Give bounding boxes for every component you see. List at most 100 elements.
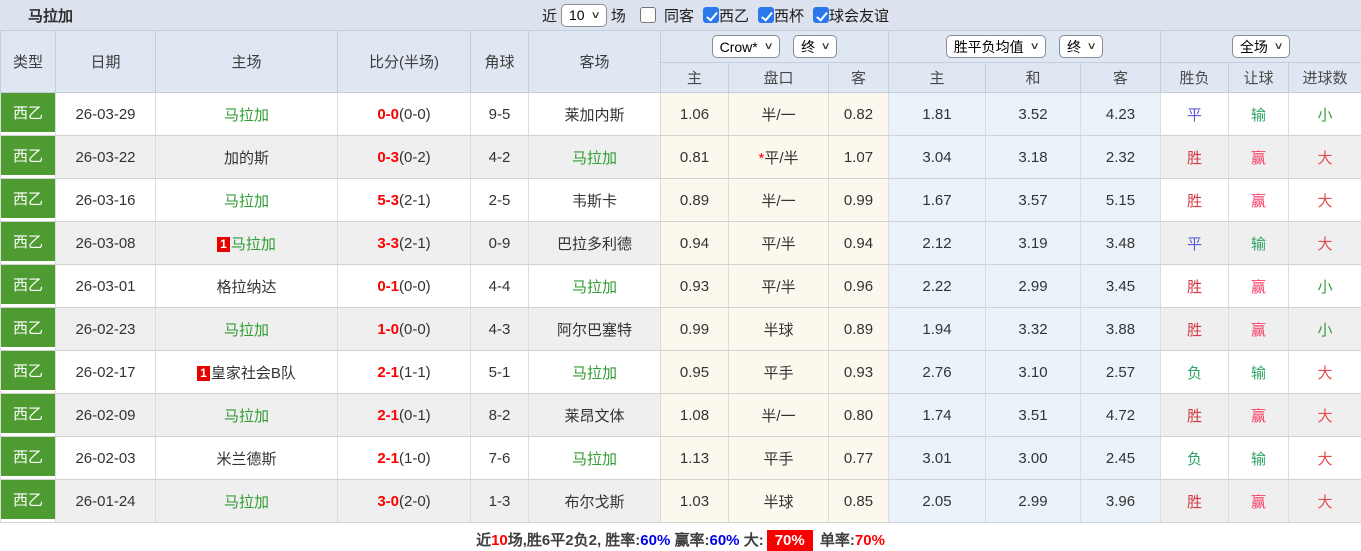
away-team-cell: 马拉加 (528, 350, 661, 394)
handicap-result-value: 赢 (1251, 192, 1267, 210)
checkbox[interactable] (812, 7, 829, 23)
sub-header-result: 胜负 (1160, 62, 1230, 93)
goals-value: 大 (1317, 450, 1333, 468)
handicap-result-cell: 输 (1228, 350, 1290, 394)
goals-cell: 大 (1288, 393, 1361, 437)
fulltime-score: 0-0 (377, 105, 399, 123)
avg-draw-cell: 3.51 (985, 393, 1082, 437)
result-cell: 胜 (1160, 264, 1230, 308)
summary-segment: 70% (854, 532, 885, 549)
home-team-cell: 1 皇家社会B队 (155, 350, 338, 394)
chevron-down-icon: ∨ (1086, 41, 1097, 52)
score-cell: 3-0(2-0) (337, 479, 471, 523)
goals-cell: 小 (1288, 264, 1361, 308)
home-team-cell: 马拉加 (155, 393, 338, 437)
checkbox[interactable] (757, 7, 774, 23)
home-team-name: 马拉加 (223, 493, 269, 511)
history-tbody: 西乙 26-03-29 马拉加 0-0(0-0) 9-5 莱加内斯 1.06 半… (0, 92, 1361, 523)
fulltime-score: 2-1 (377, 363, 399, 381)
corner-cell: 4-4 (470, 264, 529, 308)
handicap-text: 半/一 (761, 407, 796, 425)
handicap-result-cell: 赢 (1228, 178, 1290, 222)
score-cell: 1-0(0-0) (337, 307, 471, 351)
goals-cell: 大 (1288, 479, 1361, 523)
rank-badge: 1 (197, 365, 210, 381)
goals-value: 大 (1317, 364, 1333, 382)
handicap-cell: 半/一 (728, 178, 829, 222)
corner-cell: 8-2 (470, 393, 529, 437)
avg-home-cell: 2.12 (888, 221, 987, 265)
result-cell: 平 (1160, 221, 1230, 265)
match-date: 26-02-03 (55, 436, 156, 480)
away-team-name: 布尔戈斯 (564, 493, 625, 511)
match-row: 西乙 26-01-24 马拉加 3-0(2-0) 1-3 布尔戈斯 1.03 半… (0, 479, 1361, 523)
odds-away-cell: 0.85 (827, 479, 890, 523)
away-team-cell: 巴拉多利德 (528, 221, 661, 265)
history-table: 类型 日期 主场 比分(半场) 角球 客场 Crow* ∨ 终 ∨ 胜平负均值 … (0, 30, 1361, 523)
avg-type-select[interactable]: 胜平负均值 ∨ (945, 35, 1047, 58)
halftime-score: (2-1) (399, 191, 431, 209)
avg-away-cell: 4.72 (1080, 393, 1162, 437)
goals-value: 小 (1317, 321, 1333, 339)
score-cell: 0-3(0-2) (337, 135, 471, 179)
fulltime-score: 3-3 (377, 234, 399, 252)
odds-company-select[interactable]: Crow* ∨ (711, 35, 781, 58)
sub-header-handicap-result: 让球 (1228, 62, 1290, 93)
halftime-score: (0-0) (399, 277, 431, 295)
avg-home-cell: 1.94 (888, 307, 987, 351)
score-cell: 0-0(0-0) (337, 92, 471, 136)
match-date: 26-03-22 (55, 135, 156, 179)
odds-away-cell: 0.82 (827, 92, 890, 136)
checkbox[interactable] (639, 7, 656, 23)
odds-away-cell: 1.07 (827, 135, 890, 179)
result-cell: 胜 (1160, 307, 1230, 351)
avg-time-select[interactable]: 终 ∨ (1059, 35, 1104, 58)
match-date: 26-03-01 (55, 264, 156, 308)
header-select-row: 类型 日期 主场 比分(半场) 角球 客场 Crow* ∨ 终 ∨ 胜平负均值 … (0, 30, 1361, 93)
handicap-text: 平/半 (761, 235, 796, 253)
home-team-cell: 马拉加 (155, 178, 338, 222)
checkbox[interactable] (702, 7, 719, 23)
match-date: 26-01-24 (55, 479, 156, 523)
away-team-name: 马拉加 (571, 278, 617, 296)
col-header-score: 比分(半场) (337, 30, 471, 93)
handicap-cell: *平/半 (728, 135, 829, 179)
handicap-result-value: 输 (1251, 235, 1267, 253)
result-cell: 负 (1160, 350, 1230, 394)
home-team-name: 米兰德斯 (216, 450, 277, 468)
league-badge: 西乙 (1, 480, 55, 519)
odds-home-cell: 0.89 (660, 178, 729, 222)
avg-draw-cell: 3.57 (985, 178, 1082, 222)
corner-cell: 1-3 (470, 479, 529, 523)
odds-away-cell: 0.89 (827, 307, 890, 351)
goals-value: 大 (1317, 149, 1333, 167)
halftime-score: (2-0) (399, 492, 431, 510)
fulltime-score: 3-0 (377, 492, 399, 510)
handicap-result-value: 输 (1251, 364, 1267, 382)
handicap-result-cell: 赢 (1228, 393, 1290, 437)
result-cell: 胜 (1160, 178, 1230, 222)
corner-cell: 2-5 (470, 178, 529, 222)
result-cell: 胜 (1160, 393, 1230, 437)
rank-badge: 1 (217, 236, 230, 252)
handicap-text: 半球 (763, 493, 794, 511)
sub-header-goals: 进球数 (1288, 62, 1361, 93)
odds-away-cell: 0.80 (827, 393, 890, 437)
handicap-text: 半球 (763, 321, 794, 339)
filter-controls: 近 10 ∨ 场 同客 西乙 西杯 球会友谊 (538, 0, 889, 30)
halftime-score: (2-1) (399, 234, 431, 252)
avg-home-cell: 2.22 (888, 264, 987, 308)
scope-select[interactable]: 全场 ∨ (1231, 35, 1291, 58)
handicap-cell: 半/一 (728, 92, 829, 136)
avg-draw-cell: 3.52 (985, 92, 1082, 136)
avg-draw-cell: 3.18 (985, 135, 1082, 179)
recent-count-select[interactable]: 10 ∨ (561, 3, 607, 27)
away-team-cell: 布尔戈斯 (528, 479, 661, 523)
handicap-result-cell: 输 (1228, 92, 1290, 136)
home-team-name: 皇家社会B队 (210, 364, 296, 382)
odds-time-select[interactable]: 终 ∨ (793, 35, 838, 58)
away-team-cell: 韦斯卡 (528, 178, 661, 222)
odds-away-cell: 0.99 (827, 178, 890, 222)
score-cell: 0-1(0-0) (337, 264, 471, 308)
league-badge: 西乙 (1, 136, 55, 175)
